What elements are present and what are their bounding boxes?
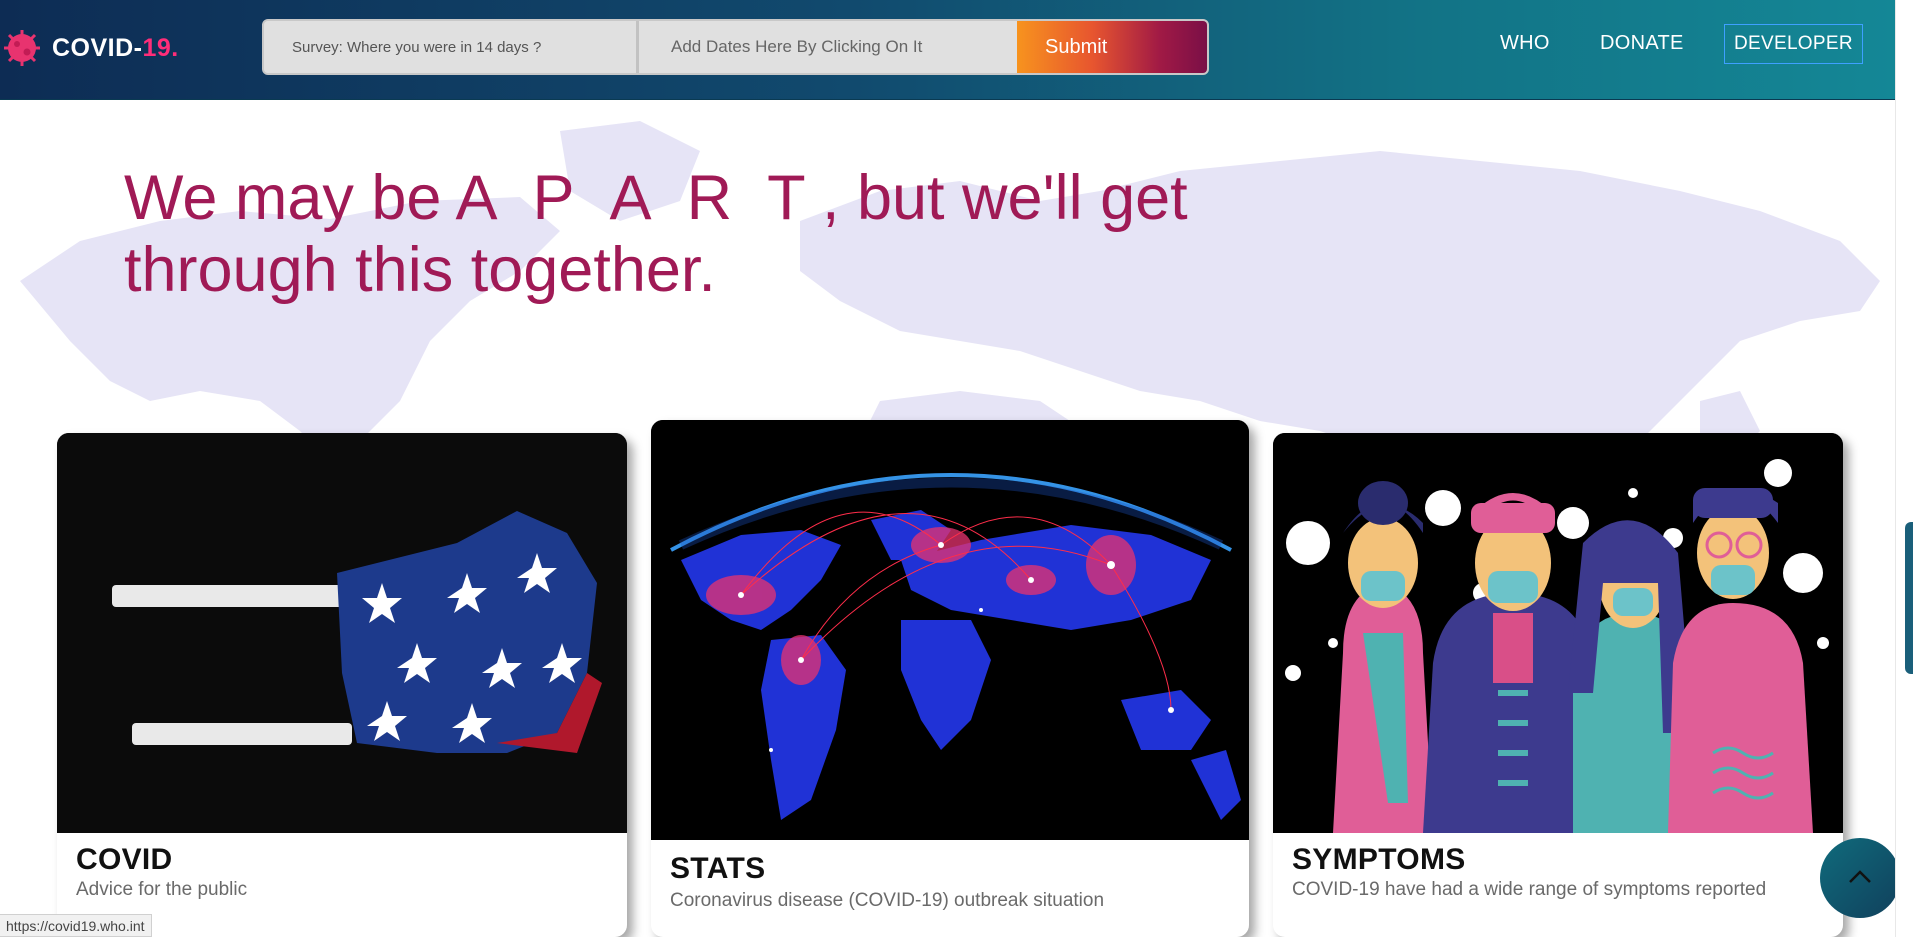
submit-button[interactable]: Submit [1017, 21, 1207, 73]
brand-name: COVID-19. [52, 33, 179, 62]
card-symptoms[interactable]: SYMPTOMS COVID-19 have had a wide range … [1273, 433, 1843, 937]
survey-form: Survey: Where you were in 14 days ? Add … [262, 19, 1209, 75]
card-subtitle: Coronavirus disease (COVID-19) outbreak … [670, 890, 1105, 911]
brand-accent: 19. [142, 33, 179, 62]
headline-apart: A P A R T [455, 163, 805, 233]
card-title: STATS [670, 852, 766, 885]
headline-part1: We may be [124, 163, 456, 233]
back-to-top-button[interactable] [1820, 838, 1900, 918]
nav-developer-link[interactable]: DEVELOPER [1724, 24, 1863, 64]
card-title: COVID [76, 843, 173, 876]
brand-logo[interactable]: COVID-19. [2, 28, 179, 68]
dates-input[interactable]: Add Dates Here By Clicking On It [639, 21, 1017, 73]
nav-donate-link[interactable]: DONATE [1600, 32, 1684, 55]
top-navbar: COVID-19. Survey: Where you were in 14 d… [0, 0, 1895, 100]
card-image-people-wearing-masks [1273, 433, 1843, 833]
headline-part2: , but we'll get [804, 163, 1188, 233]
page-headline: We may be A P A R T , but we'll get thro… [124, 162, 1274, 306]
card-image-glowing-world-map [651, 420, 1249, 840]
chevron-up-icon [1847, 867, 1873, 890]
virus-icon [2, 28, 42, 68]
nav-who-link[interactable]: WHO [1500, 32, 1550, 55]
survey-input[interactable]: Survey: Where you were in 14 days ? [264, 21, 639, 73]
status-bar-url: https://covid19.who.int [0, 914, 152, 937]
card-covid[interactable]: COVID Advice for the public [57, 433, 627, 937]
card-subtitle: Advice for the public [76, 879, 248, 900]
card-title: SYMPTOMS [1292, 843, 1466, 876]
card-subtitle: COVID-19 have had a wide range of sympto… [1292, 879, 1767, 900]
page: COVID-19. Survey: Where you were in 14 d… [0, 0, 1913, 937]
card-image-flag-face-mask [57, 433, 627, 833]
card-stats[interactable]: STATS Coronavirus disease (COVID-19) out… [651, 420, 1249, 937]
headline-line2: through this together. [124, 235, 716, 305]
scrollbar-thumb[interactable] [1905, 522, 1913, 674]
page-scrollbar[interactable] [1895, 0, 1913, 937]
